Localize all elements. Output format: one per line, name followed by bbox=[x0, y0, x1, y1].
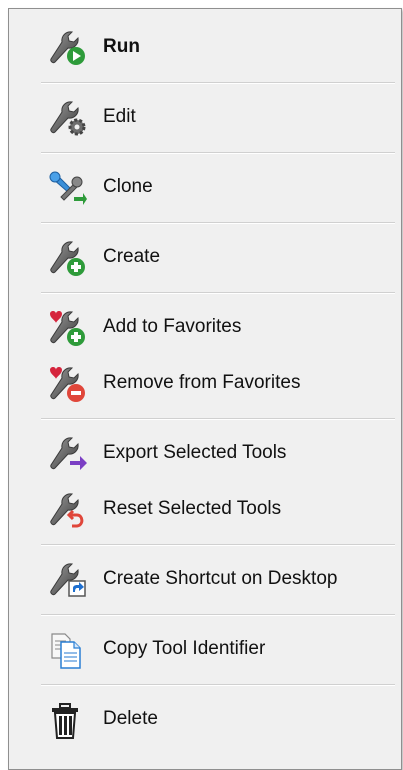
menu-item-clone[interactable]: Clone bbox=[9, 165, 401, 209]
wrench-gear-icon bbox=[47, 99, 89, 139]
menu-item-label: Reset Selected Tools bbox=[103, 498, 282, 519]
menu-separator bbox=[41, 292, 395, 294]
favorite-remove-icon bbox=[47, 365, 89, 405]
menu-item-label: Create bbox=[103, 246, 161, 267]
menu-separator bbox=[41, 82, 395, 84]
wrench-run-icon bbox=[47, 29, 89, 69]
menu-item-copy-identifier[interactable]: Copy Tool Identifier bbox=[9, 627, 401, 671]
menu-separator bbox=[41, 418, 395, 420]
menu-separator bbox=[41, 614, 395, 616]
context-menu: Run Edit Clone Create Add to Favorites R… bbox=[8, 8, 402, 770]
menu-separator bbox=[41, 544, 395, 546]
menu-separator bbox=[41, 152, 395, 154]
wrench-reset-icon bbox=[47, 491, 89, 531]
menu-item-label: Edit bbox=[103, 106, 136, 127]
menu-item-create-shortcut[interactable]: Create Shortcut on Desktop bbox=[9, 557, 401, 601]
menu-item-delete[interactable]: Delete bbox=[9, 697, 401, 741]
menu-item-remove-favorites[interactable]: Remove from Favorites bbox=[9, 361, 401, 405]
menu-item-run[interactable]: Run bbox=[9, 25, 401, 69]
menu-item-label: Clone bbox=[103, 176, 153, 197]
wrench-clone-icon bbox=[47, 169, 89, 209]
wrench-shortcut-icon bbox=[47, 561, 89, 601]
copy-document-icon bbox=[47, 631, 89, 671]
menu-item-create[interactable]: Create bbox=[9, 235, 401, 279]
menu-item-add-favorites[interactable]: Add to Favorites bbox=[9, 305, 401, 349]
menu-separator bbox=[41, 684, 395, 686]
menu-item-label: Delete bbox=[103, 708, 158, 729]
trash-icon bbox=[47, 701, 89, 741]
menu-item-edit[interactable]: Edit bbox=[9, 95, 401, 139]
menu-separator bbox=[41, 222, 395, 224]
menu-item-label: Copy Tool Identifier bbox=[103, 638, 266, 659]
menu-item-label: Run bbox=[103, 36, 140, 57]
menu-item-export-tools[interactable]: Export Selected Tools bbox=[9, 431, 401, 475]
menu-item-label: Create Shortcut on Desktop bbox=[103, 568, 338, 589]
menu-item-label: Add to Favorites bbox=[103, 316, 242, 337]
menu-item-label: Remove from Favorites bbox=[103, 372, 301, 393]
wrench-add-icon bbox=[47, 239, 89, 279]
menu-item-reset-tools[interactable]: Reset Selected Tools bbox=[9, 487, 401, 531]
wrench-export-icon bbox=[47, 435, 89, 475]
menu-item-label: Export Selected Tools bbox=[103, 442, 287, 463]
favorite-add-icon bbox=[47, 309, 89, 349]
